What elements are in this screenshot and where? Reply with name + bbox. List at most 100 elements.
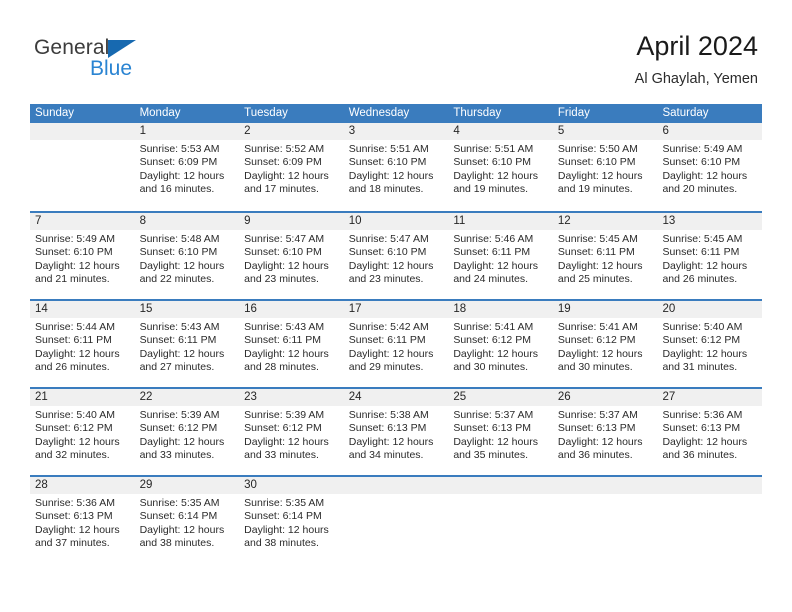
sunset-text: Sunset: 6:14 PM bbox=[139, 510, 218, 523]
day-cell[interactable] bbox=[30, 123, 135, 211]
daylight-text-line2: and 35 minutes. bbox=[453, 449, 529, 462]
day-cell[interactable]: 12 Sunrise: 5:45 AM Sunset: 6:11 PM Dayl… bbox=[552, 213, 658, 299]
day-cell[interactable]: 5 Sunrise: 5:50 AM Sunset: 6:10 PM Dayli… bbox=[552, 123, 658, 211]
daylight-text-line2: and 18 minutes. bbox=[348, 183, 424, 196]
day-details: Sunrise: 5:37 AM Sunset: 6:13 PM Dayligh… bbox=[448, 406, 553, 463]
daylight-text-line1: Daylight: 12 hours bbox=[139, 435, 225, 448]
daylight-text-line2: and 28 minutes. bbox=[244, 361, 319, 374]
day-cell[interactable]: 13 Sunrise: 5:45 AM Sunset: 6:11 PM Dayl… bbox=[657, 213, 763, 299]
day-number: 30 bbox=[239, 477, 344, 494]
week-row: 14 Sunrise: 5:44 AM Sunset: 6:11 PM Dayl… bbox=[30, 299, 763, 387]
day-cell[interactable]: 1 Sunrise: 5:53 AM Sunset: 6:09 PM Dayli… bbox=[134, 123, 240, 211]
day-number bbox=[552, 477, 658, 494]
day-cell[interactable]: 29 Sunrise: 5:35 AM Sunset: 6:14 PM Dayl… bbox=[134, 477, 240, 563]
day-details: Sunrise: 5:40 AM Sunset: 6:12 PM Dayligh… bbox=[657, 318, 762, 375]
day-cell[interactable]: 30 Sunrise: 5:35 AM Sunset: 6:14 PM Dayl… bbox=[239, 477, 344, 563]
day-cell[interactable]: 19 Sunrise: 5:41 AM Sunset: 6:12 PM Dayl… bbox=[552, 301, 658, 387]
day-details: Sunrise: 5:45 AM Sunset: 6:11 PM Dayligh… bbox=[657, 230, 762, 287]
sunset-text: Sunset: 6:13 PM bbox=[557, 422, 636, 435]
day-number: 4 bbox=[448, 123, 553, 140]
day-cell[interactable]: 2 Sunrise: 5:52 AM Sunset: 6:09 PM Dayli… bbox=[239, 123, 344, 211]
day-number: 21 bbox=[30, 389, 135, 406]
day-details: Sunrise: 5:50 AM Sunset: 6:10 PM Dayligh… bbox=[553, 140, 658, 197]
sunrise-text: Sunrise: 5:41 AM bbox=[557, 321, 638, 333]
day-cell[interactable]: 28 Sunrise: 5:36 AM Sunset: 6:13 PM Dayl… bbox=[30, 477, 135, 563]
sunset-text: Sunset: 6:10 PM bbox=[35, 246, 113, 259]
day-cell[interactable]: 14 Sunrise: 5:44 AM Sunset: 6:11 PM Dayl… bbox=[30, 301, 135, 387]
sunrise-text: Sunrise: 5:45 AM bbox=[557, 233, 638, 245]
day-details: Sunrise: 5:43 AM Sunset: 6:11 PM Dayligh… bbox=[135, 318, 240, 375]
day-details: Sunrise: 5:36 AM Sunset: 6:13 PM Dayligh… bbox=[657, 406, 762, 463]
day-cell[interactable]: 27 Sunrise: 5:36 AM Sunset: 6:13 PM Dayl… bbox=[657, 389, 763, 475]
day-cell[interactable]: 17 Sunrise: 5:42 AM Sunset: 6:11 PM Dayl… bbox=[343, 301, 449, 387]
day-cell[interactable]: 9 Sunrise: 5:47 AM Sunset: 6:10 PM Dayli… bbox=[239, 213, 344, 299]
week-row: 21 Sunrise: 5:40 AM Sunset: 6:12 PM Dayl… bbox=[30, 387, 763, 475]
day-cell[interactable]: 25 Sunrise: 5:37 AM Sunset: 6:13 PM Dayl… bbox=[448, 389, 553, 475]
sunset-text: Sunset: 6:12 PM bbox=[557, 334, 636, 347]
day-cell[interactable]: 23 Sunrise: 5:39 AM Sunset: 6:12 PM Dayl… bbox=[239, 389, 344, 475]
day-cell[interactable]: 24 Sunrise: 5:38 AM Sunset: 6:13 PM Dayl… bbox=[343, 389, 449, 475]
day-cell[interactable]: 26 Sunrise: 5:37 AM Sunset: 6:13 PM Dayl… bbox=[552, 389, 658, 475]
day-cell[interactable]: 3 Sunrise: 5:51 AM Sunset: 6:10 PM Dayli… bbox=[343, 123, 449, 211]
day-cell[interactable]: 21 Sunrise: 5:40 AM Sunset: 6:12 PM Dayl… bbox=[30, 389, 135, 475]
sunrise-text: Sunrise: 5:53 AM bbox=[139, 143, 220, 155]
title-block: April 2024 Al Ghaylah, Yemen bbox=[635, 30, 758, 88]
daylight-text-line1: Daylight: 12 hours bbox=[557, 347, 643, 360]
sunset-text: Sunset: 6:12 PM bbox=[453, 334, 531, 347]
day-cell[interactable]: 7 Sunrise: 5:49 AM Sunset: 6:10 PM Dayli… bbox=[30, 213, 135, 299]
general-blue-logo[interactable]: General Blue bbox=[34, 36, 214, 88]
day-number: 27 bbox=[657, 389, 763, 406]
day-cell[interactable]: 10 Sunrise: 5:47 AM Sunset: 6:10 PM Dayl… bbox=[343, 213, 449, 299]
day-cell[interactable]: 8 Sunrise: 5:48 AM Sunset: 6:10 PM Dayli… bbox=[134, 213, 240, 299]
day-cell[interactable]: 4 Sunrise: 5:51 AM Sunset: 6:10 PM Dayli… bbox=[448, 123, 553, 211]
day-details bbox=[553, 494, 658, 497]
day-details bbox=[448, 494, 553, 497]
sunrise-text: Sunrise: 5:35 AM bbox=[139, 497, 220, 509]
sunset-text: Sunset: 6:10 PM bbox=[244, 246, 322, 259]
day-number bbox=[343, 477, 449, 494]
day-details: Sunrise: 5:35 AM Sunset: 6:14 PM Dayligh… bbox=[239, 494, 344, 551]
day-cell[interactable] bbox=[343, 477, 449, 563]
day-number bbox=[657, 477, 763, 494]
day-cell[interactable]: 6 Sunrise: 5:49 AM Sunset: 6:10 PM Dayli… bbox=[657, 123, 763, 211]
dow-tuesday: Tuesday bbox=[244, 107, 288, 119]
day-details: Sunrise: 5:41 AM Sunset: 6:12 PM Dayligh… bbox=[553, 318, 658, 375]
daylight-text-line1: Daylight: 12 hours bbox=[348, 435, 434, 448]
day-cell[interactable] bbox=[657, 477, 763, 563]
day-details bbox=[30, 140, 135, 143]
day-number: 10 bbox=[343, 213, 449, 230]
sunrise-text: Sunrise: 5:43 AM bbox=[244, 321, 325, 333]
day-details: Sunrise: 5:49 AM Sunset: 6:10 PM Dayligh… bbox=[657, 140, 762, 197]
daylight-text-line1: Daylight: 12 hours bbox=[244, 523, 329, 536]
sunrise-text: Sunrise: 5:47 AM bbox=[348, 233, 429, 245]
day-number: 28 bbox=[30, 477, 135, 494]
daylight-text-line1: Daylight: 12 hours bbox=[453, 259, 538, 272]
daylight-text-line2: and 24 minutes. bbox=[453, 273, 529, 286]
day-details: Sunrise: 5:51 AM Sunset: 6:10 PM Dayligh… bbox=[448, 140, 553, 197]
day-cell[interactable]: 15 Sunrise: 5:43 AM Sunset: 6:11 PM Dayl… bbox=[134, 301, 240, 387]
day-cell[interactable]: 20 Sunrise: 5:40 AM Sunset: 6:12 PM Dayl… bbox=[657, 301, 763, 387]
day-number: 29 bbox=[134, 477, 240, 494]
day-details: Sunrise: 5:35 AM Sunset: 6:14 PM Dayligh… bbox=[135, 494, 240, 551]
day-cell[interactable] bbox=[552, 477, 658, 563]
day-number: 7 bbox=[30, 213, 135, 230]
day-cell[interactable]: 16 Sunrise: 5:43 AM Sunset: 6:11 PM Dayl… bbox=[239, 301, 344, 387]
sunrise-text: Sunrise: 5:49 AM bbox=[35, 233, 115, 245]
day-number: 19 bbox=[552, 301, 658, 318]
daylight-text-line1: Daylight: 12 hours bbox=[557, 435, 643, 448]
sunrise-text: Sunrise: 5:51 AM bbox=[348, 143, 429, 155]
day-details: Sunrise: 5:46 AM Sunset: 6:11 PM Dayligh… bbox=[448, 230, 553, 287]
sunset-text: Sunset: 6:11 PM bbox=[348, 334, 426, 347]
day-cell[interactable]: 22 Sunrise: 5:39 AM Sunset: 6:12 PM Dayl… bbox=[134, 389, 240, 475]
sunset-text: Sunset: 6:14 PM bbox=[244, 510, 322, 523]
daylight-text-line1: Daylight: 12 hours bbox=[662, 259, 748, 272]
daylight-text-line1: Daylight: 12 hours bbox=[35, 347, 120, 360]
day-cell[interactable]: 18 Sunrise: 5:41 AM Sunset: 6:12 PM Dayl… bbox=[448, 301, 553, 387]
day-cell[interactable] bbox=[448, 477, 553, 563]
daylight-text-line1: Daylight: 12 hours bbox=[453, 347, 538, 360]
day-details: Sunrise: 5:51 AM Sunset: 6:10 PM Dayligh… bbox=[344, 140, 449, 197]
daylight-text-line1: Daylight: 12 hours bbox=[348, 169, 434, 182]
sunrise-text: Sunrise: 5:39 AM bbox=[139, 409, 220, 421]
day-cell[interactable]: 11 Sunrise: 5:46 AM Sunset: 6:11 PM Dayl… bbox=[448, 213, 553, 299]
daylight-text-line1: Daylight: 12 hours bbox=[244, 347, 329, 360]
